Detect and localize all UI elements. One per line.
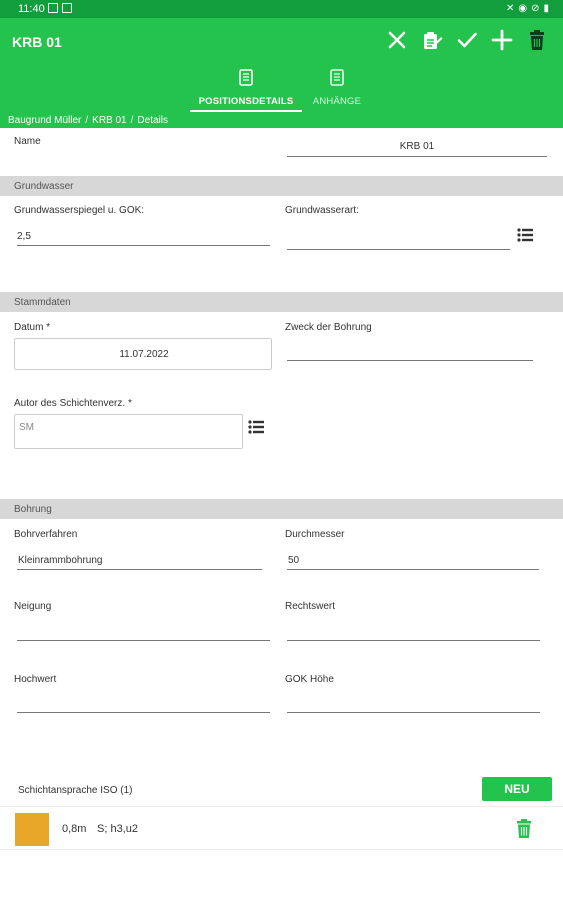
- tab-anhaenge[interactable]: ANHÄNGE: [302, 68, 372, 110]
- hochwert-label: Hochwert: [14, 674, 57, 685]
- neigung-field[interactable]: [17, 624, 270, 642]
- zweck-label: Zweck der Bohrung: [285, 322, 372, 333]
- breadcrumb-item[interactable]: Baugrund Müller: [8, 115, 81, 126]
- tab-label: POSITIONSDETAILS: [198, 96, 294, 107]
- durchmesser-value: 50: [288, 555, 300, 566]
- new-layer-button[interactable]: NEU: [482, 777, 552, 801]
- breadcrumb-item: Details: [137, 115, 168, 126]
- app-bar: KRB 01 POSITIONSDETAILS ANHÄNGE Baugrund…: [0, 18, 563, 128]
- trash-icon[interactable]: [525, 28, 549, 52]
- grundwasserart-field[interactable]: [287, 232, 510, 250]
- app-title: KRB 01: [12, 34, 62, 50]
- document-icon: [330, 69, 344, 91]
- section-title: Stammdaten: [14, 297, 71, 308]
- section-title: Bohrung: [14, 504, 52, 515]
- status-notification-icons: [48, 3, 72, 13]
- check-icon[interactable]: [455, 28, 479, 52]
- document-icon: [239, 69, 253, 91]
- neigung-label: Neigung: [14, 601, 52, 612]
- layers-title: Schichtansprache ISO (1): [18, 785, 133, 796]
- close-icon[interactable]: [385, 28, 409, 52]
- breadcrumb-item[interactable]: KRB 01: [92, 115, 126, 126]
- grundwasserart-label: Grundwasserart:: [285, 205, 359, 216]
- name-value: KRB 01: [399, 141, 435, 152]
- list-item[interactable]: 0,8m S; h3,u2: [0, 806, 563, 850]
- bohrverfahren-value: Kleinrammbohrung: [18, 555, 103, 566]
- gok-hoehe-field[interactable]: [287, 696, 540, 714]
- status-time: 11:40: [18, 3, 45, 15]
- section-header-stammdaten: Stammdaten: [0, 292, 563, 312]
- section-title: Grundwasser: [14, 181, 74, 192]
- tab-bar: POSITIONSDETAILS ANHÄNGE: [190, 68, 372, 112]
- layer-description: S; h3,u2: [97, 823, 138, 835]
- rechtswert-label: Rechtswert: [285, 601, 336, 612]
- gok-hoehe-label: GOK Höhe: [285, 674, 334, 685]
- bohrverfahren-label: Bohrverfahren: [14, 529, 78, 540]
- list-select-icon[interactable]: [248, 420, 264, 434]
- datum-field[interactable]: 11.07.2022: [14, 338, 272, 370]
- bohrverfahren-field[interactable]: Kleinrammbohrung: [17, 553, 262, 571]
- status-system-icons: ✕ ◉ ⊘ ▮: [506, 3, 549, 14]
- grundwasserspiegel-label: Grundwasserspiegel u. GOK:: [14, 205, 145, 216]
- autor-label: Autor des Schichtenverz. *: [14, 398, 132, 409]
- tab-positionsdetails[interactable]: POSITIONSDETAILS: [190, 68, 302, 112]
- add-icon[interactable]: [490, 28, 514, 52]
- list-select-icon[interactable]: [517, 228, 533, 242]
- autor-value: SM: [19, 422, 34, 433]
- mute-icon: ✕: [505, 3, 515, 14]
- durchmesser-label: Durchmesser: [285, 529, 345, 540]
- tab-label: ANHÄNGE: [312, 96, 362, 107]
- name-label: Name: [14, 136, 41, 147]
- zweck-field[interactable]: [287, 343, 533, 361]
- breadcrumb: Baugrund Müller / KRB 01 / Details: [8, 115, 168, 126]
- autor-field[interactable]: SM: [14, 414, 243, 449]
- check-notification-icon: [62, 3, 72, 13]
- battery-icon: ▮: [543, 3, 549, 14]
- section-header-grundwasser: Grundwasser: [0, 176, 563, 196]
- soil-color-swatch: [15, 813, 49, 846]
- datum-label: Datum *: [14, 322, 51, 333]
- datum-value: 11.07.2022: [119, 349, 169, 360]
- section-header-bohrung: Bohrung: [0, 499, 563, 519]
- name-field[interactable]: KRB 01: [287, 136, 547, 158]
- trash-icon[interactable]: [515, 819, 533, 844]
- toolbar-actions: [385, 28, 549, 52]
- rechtswert-field[interactable]: [287, 624, 540, 642]
- grundwasserspiegel-field[interactable]: 2,5: [17, 228, 270, 246]
- image-notification-icon: [48, 3, 58, 13]
- layer-depth: 0,8m: [62, 823, 87, 835]
- durchmesser-field[interactable]: 50: [287, 553, 539, 571]
- dnd-icon: ⊘: [531, 3, 540, 14]
- hochwert-field[interactable]: [17, 696, 270, 714]
- clipboard-edit-icon[interactable]: [420, 28, 444, 52]
- grundwasserspiegel-value: 2,5: [17, 231, 31, 242]
- wifi-icon: ◉: [518, 3, 528, 14]
- status-bar: 11:40 ✕ ◉ ⊘ ▮: [0, 0, 563, 18]
